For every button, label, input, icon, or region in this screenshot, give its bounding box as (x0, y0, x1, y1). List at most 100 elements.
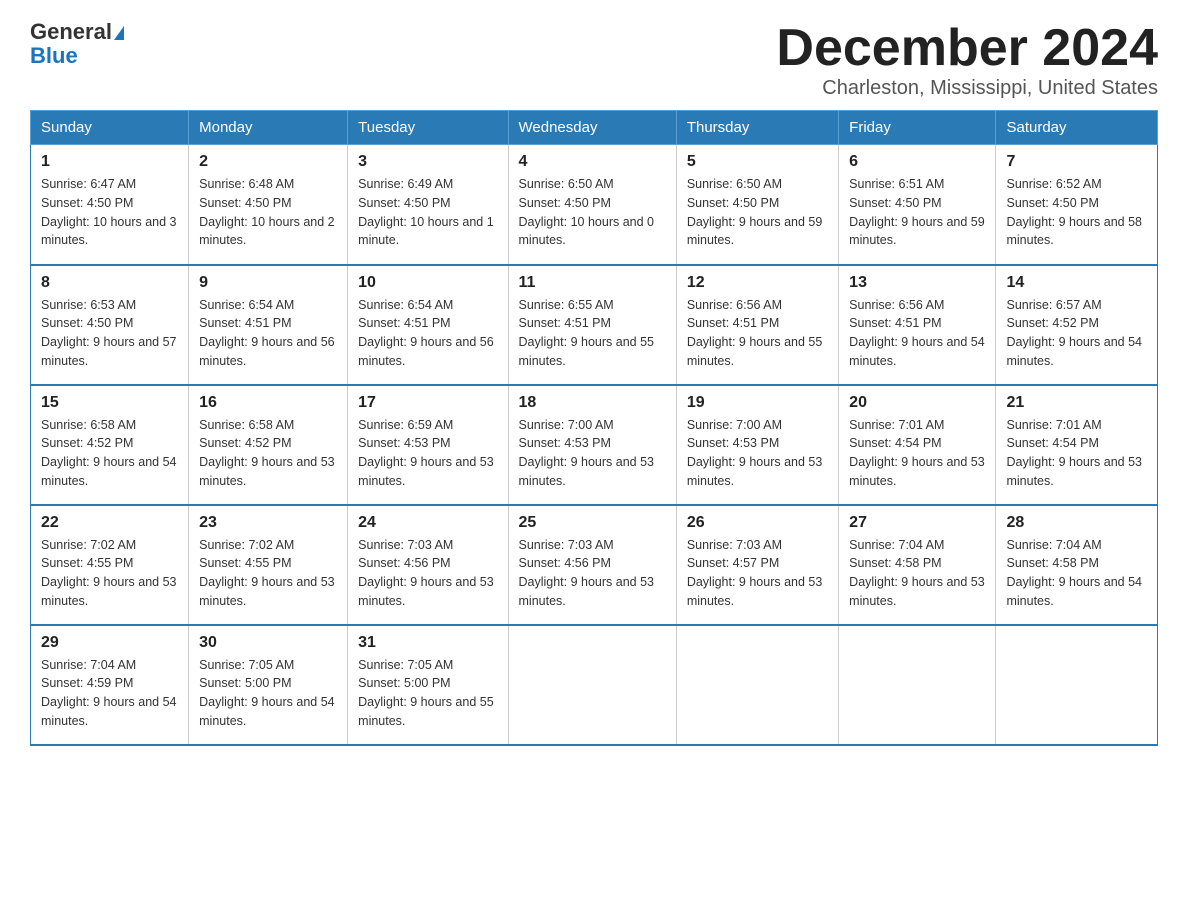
day-number: 2 (199, 153, 337, 171)
day-info: Sunrise: 7:04 AM Sunset: 4:58 PM Dayligh… (1006, 536, 1147, 611)
calendar-week-row: 8 Sunrise: 6:53 AM Sunset: 4:50 PM Dayli… (31, 265, 1158, 385)
table-row: 30 Sunrise: 7:05 AM Sunset: 5:00 PM Dayl… (189, 625, 348, 745)
table-row: 5 Sunrise: 6:50 AM Sunset: 4:50 PM Dayli… (676, 145, 838, 265)
day-info: Sunrise: 7:03 AM Sunset: 4:56 PM Dayligh… (358, 536, 497, 611)
day-number: 17 (358, 394, 497, 412)
col-saturday: Saturday (996, 111, 1158, 145)
day-number: 10 (358, 274, 497, 292)
day-info: Sunrise: 6:50 AM Sunset: 4:50 PM Dayligh… (519, 175, 666, 250)
day-info: Sunrise: 6:52 AM Sunset: 4:50 PM Dayligh… (1006, 175, 1147, 250)
table-row: 12 Sunrise: 6:56 AM Sunset: 4:51 PM Dayl… (676, 265, 838, 385)
day-info: Sunrise: 7:05 AM Sunset: 5:00 PM Dayligh… (358, 656, 497, 731)
day-number: 24 (358, 514, 497, 532)
day-number: 27 (849, 514, 985, 532)
month-title: December 2024 (776, 20, 1158, 77)
day-info: Sunrise: 6:54 AM Sunset: 4:51 PM Dayligh… (199, 296, 337, 371)
day-number: 11 (519, 274, 666, 292)
table-row: 16 Sunrise: 6:58 AM Sunset: 4:52 PM Dayl… (189, 385, 348, 505)
day-info: Sunrise: 6:50 AM Sunset: 4:50 PM Dayligh… (687, 175, 828, 250)
day-info: Sunrise: 7:00 AM Sunset: 4:53 PM Dayligh… (687, 416, 828, 491)
table-row: 11 Sunrise: 6:55 AM Sunset: 4:51 PM Dayl… (508, 265, 676, 385)
table-row: 31 Sunrise: 7:05 AM Sunset: 5:00 PM Dayl… (348, 625, 508, 745)
day-info: Sunrise: 6:53 AM Sunset: 4:50 PM Dayligh… (41, 296, 178, 371)
day-info: Sunrise: 7:01 AM Sunset: 4:54 PM Dayligh… (1006, 416, 1147, 491)
table-row: 22 Sunrise: 7:02 AM Sunset: 4:55 PM Dayl… (31, 505, 189, 625)
calendar-week-row: 15 Sunrise: 6:58 AM Sunset: 4:52 PM Dayl… (31, 385, 1158, 505)
day-info: Sunrise: 7:04 AM Sunset: 4:59 PM Dayligh… (41, 656, 178, 731)
day-number: 1 (41, 153, 178, 171)
day-info: Sunrise: 6:51 AM Sunset: 4:50 PM Dayligh… (849, 175, 985, 250)
day-number: 9 (199, 274, 337, 292)
table-row: 18 Sunrise: 7:00 AM Sunset: 4:53 PM Dayl… (508, 385, 676, 505)
col-monday: Monday (189, 111, 348, 145)
day-number: 7 (1006, 153, 1147, 171)
day-number: 8 (41, 274, 178, 292)
table-row: 4 Sunrise: 6:50 AM Sunset: 4:50 PM Dayli… (508, 145, 676, 265)
day-number: 14 (1006, 274, 1147, 292)
day-number: 26 (687, 514, 828, 532)
table-row (996, 625, 1158, 745)
day-number: 13 (849, 274, 985, 292)
day-info: Sunrise: 7:00 AM Sunset: 4:53 PM Dayligh… (519, 416, 666, 491)
table-row: 19 Sunrise: 7:00 AM Sunset: 4:53 PM Dayl… (676, 385, 838, 505)
day-info: Sunrise: 6:56 AM Sunset: 4:51 PM Dayligh… (687, 296, 828, 371)
day-number: 15 (41, 394, 178, 412)
day-info: Sunrise: 6:48 AM Sunset: 4:50 PM Dayligh… (199, 175, 337, 250)
day-info: Sunrise: 6:54 AM Sunset: 4:51 PM Dayligh… (358, 296, 497, 371)
day-info: Sunrise: 7:03 AM Sunset: 4:56 PM Dayligh… (519, 536, 666, 611)
day-number: 25 (519, 514, 666, 532)
logo: General Blue (30, 20, 124, 68)
table-row: 20 Sunrise: 7:01 AM Sunset: 4:54 PM Dayl… (839, 385, 996, 505)
calendar-week-row: 22 Sunrise: 7:02 AM Sunset: 4:55 PM Dayl… (31, 505, 1158, 625)
col-friday: Friday (839, 111, 996, 145)
day-info: Sunrise: 6:57 AM Sunset: 4:52 PM Dayligh… (1006, 296, 1147, 371)
table-row: 6 Sunrise: 6:51 AM Sunset: 4:50 PM Dayli… (839, 145, 996, 265)
day-info: Sunrise: 6:58 AM Sunset: 4:52 PM Dayligh… (41, 416, 178, 491)
day-number: 5 (687, 153, 828, 171)
table-row (676, 625, 838, 745)
table-row (508, 625, 676, 745)
day-number: 30 (199, 634, 337, 652)
table-row: 28 Sunrise: 7:04 AM Sunset: 4:58 PM Dayl… (996, 505, 1158, 625)
day-info: Sunrise: 7:01 AM Sunset: 4:54 PM Dayligh… (849, 416, 985, 491)
day-number: 4 (519, 153, 666, 171)
table-row: 26 Sunrise: 7:03 AM Sunset: 4:57 PM Dayl… (676, 505, 838, 625)
table-row: 2 Sunrise: 6:48 AM Sunset: 4:50 PM Dayli… (189, 145, 348, 265)
title-block: December 2024 Charleston, Mississippi, U… (776, 20, 1158, 100)
table-row: 9 Sunrise: 6:54 AM Sunset: 4:51 PM Dayli… (189, 265, 348, 385)
day-number: 28 (1006, 514, 1147, 532)
col-thursday: Thursday (676, 111, 838, 145)
table-row: 23 Sunrise: 7:02 AM Sunset: 4:55 PM Dayl… (189, 505, 348, 625)
table-row: 29 Sunrise: 7:04 AM Sunset: 4:59 PM Dayl… (31, 625, 189, 745)
table-row: 7 Sunrise: 6:52 AM Sunset: 4:50 PM Dayli… (996, 145, 1158, 265)
table-row: 24 Sunrise: 7:03 AM Sunset: 4:56 PM Dayl… (348, 505, 508, 625)
day-number: 31 (358, 634, 497, 652)
day-info: Sunrise: 7:02 AM Sunset: 4:55 PM Dayligh… (199, 536, 337, 611)
logo-blue-text: Blue (30, 44, 124, 68)
page-header: General Blue December 2024 Charleston, M… (30, 20, 1158, 100)
col-sunday: Sunday (31, 111, 189, 145)
day-info: Sunrise: 6:49 AM Sunset: 4:50 PM Dayligh… (358, 175, 497, 250)
table-row: 1 Sunrise: 6:47 AM Sunset: 4:50 PM Dayli… (31, 145, 189, 265)
day-number: 16 (199, 394, 337, 412)
col-wednesday: Wednesday (508, 111, 676, 145)
calendar-table: Sunday Monday Tuesday Wednesday Thursday… (30, 110, 1158, 746)
day-info: Sunrise: 7:04 AM Sunset: 4:58 PM Dayligh… (849, 536, 985, 611)
day-info: Sunrise: 6:58 AM Sunset: 4:52 PM Dayligh… (199, 416, 337, 491)
day-number: 20 (849, 394, 985, 412)
day-number: 22 (41, 514, 178, 532)
location: Charleston, Mississippi, United States (776, 77, 1158, 100)
day-number: 19 (687, 394, 828, 412)
table-row: 8 Sunrise: 6:53 AM Sunset: 4:50 PM Dayli… (31, 265, 189, 385)
table-row: 10 Sunrise: 6:54 AM Sunset: 4:51 PM Dayl… (348, 265, 508, 385)
col-tuesday: Tuesday (348, 111, 508, 145)
table-row: 14 Sunrise: 6:57 AM Sunset: 4:52 PM Dayl… (996, 265, 1158, 385)
logo-general-text: General (30, 19, 112, 44)
day-info: Sunrise: 6:59 AM Sunset: 4:53 PM Dayligh… (358, 416, 497, 491)
day-number: 18 (519, 394, 666, 412)
table-row: 15 Sunrise: 6:58 AM Sunset: 4:52 PM Dayl… (31, 385, 189, 505)
calendar-week-row: 29 Sunrise: 7:04 AM Sunset: 4:59 PM Dayl… (31, 625, 1158, 745)
table-row: 17 Sunrise: 6:59 AM Sunset: 4:53 PM Dayl… (348, 385, 508, 505)
day-info: Sunrise: 7:03 AM Sunset: 4:57 PM Dayligh… (687, 536, 828, 611)
day-number: 29 (41, 634, 178, 652)
